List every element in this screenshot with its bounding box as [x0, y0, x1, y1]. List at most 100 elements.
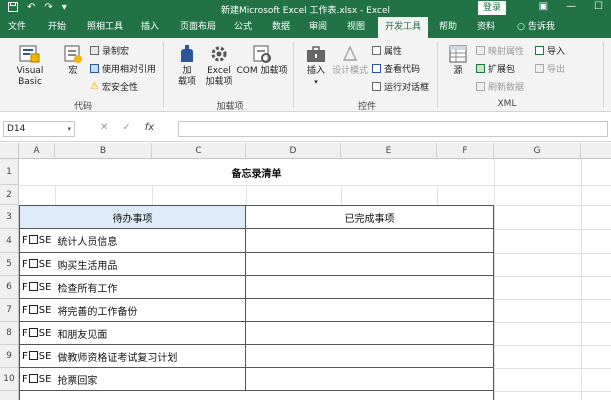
record-macro-label: 录制宏: [102, 46, 130, 57]
row-header-11[interactable]: [0, 391, 19, 400]
done-cell[interactable]: [245, 368, 494, 391]
import-button[interactable]: 导入: [535, 44, 566, 57]
done-cell-partial[interactable]: [245, 391, 494, 400]
done-cell[interactable]: [245, 299, 494, 322]
source-button[interactable]: 源: [446, 44, 470, 77]
task-row[interactable]: F SE 统计人员信息: [19, 229, 246, 253]
tab-formulas[interactable]: 公式: [228, 17, 258, 38]
row-header-6[interactable]: 6: [0, 276, 19, 299]
column-header-d[interactable]: D: [246, 143, 341, 159]
column-header-a[interactable]: A: [19, 143, 55, 159]
task-checkbox[interactable]: F SE: [22, 373, 51, 385]
tab-resources[interactable]: 资料: [470, 17, 502, 38]
group-separator: [163, 42, 164, 108]
task-row[interactable]: F SE 购买生活用品: [19, 253, 246, 276]
task-row[interactable]: F SE 抢票回家: [19, 368, 246, 391]
expansion-packs-button[interactable]: 扩展包: [476, 62, 515, 75]
task-checkbox[interactable]: F SE: [22, 327, 51, 339]
column-header-b[interactable]: B: [55, 143, 152, 159]
task-checkbox[interactable]: F SE: [22, 350, 51, 362]
name-box[interactable]: D14 ▾: [3, 121, 75, 137]
row-header-5[interactable]: 5: [0, 253, 19, 276]
row-header-7[interactable]: 7: [0, 299, 19, 322]
select-all-corner[interactable]: [0, 143, 19, 159]
done-cell[interactable]: [245, 229, 494, 253]
tab-picture-tools[interactable]: 照相工具: [82, 17, 128, 38]
view-code-button[interactable]: 查看代码: [372, 62, 420, 75]
properties-button[interactable]: 属性: [372, 44, 402, 57]
minimize-icon[interactable]: —: [566, 1, 576, 12]
record-macro-button[interactable]: 录制宏: [90, 44, 130, 57]
checkbox-label-pre: F: [22, 235, 28, 246]
tab-home[interactable]: 开始: [40, 17, 74, 38]
column-header-f[interactable]: F: [437, 143, 494, 159]
tab-data[interactable]: 数据: [265, 17, 297, 38]
tab-review[interactable]: 审阅: [302, 17, 334, 38]
row-header-10[interactable]: 10: [0, 368, 19, 391]
task-row[interactable]: F SE 和朋友见面: [19, 322, 246, 345]
tab-view[interactable]: 视图: [340, 17, 372, 38]
row-header-9[interactable]: 9: [0, 345, 19, 368]
task-checkbox[interactable]: F SE: [22, 281, 51, 293]
checkbox-icon: [28, 373, 38, 383]
column-header-c[interactable]: C: [152, 143, 246, 159]
excel-add-ins-button[interactable]: Excel 加载项: [203, 44, 235, 88]
row-header-8[interactable]: 8: [0, 322, 19, 345]
row-header-3[interactable]: 3: [0, 205, 19, 229]
use-relative-references-button[interactable]: 使用相对引用: [90, 62, 156, 75]
tab-page-layout[interactable]: 页面布局: [172, 17, 224, 38]
view-code-icon: [372, 63, 381, 73]
visual-basic-icon: [19, 45, 40, 63]
tab-file[interactable]: 文件: [2, 17, 32, 38]
memo-title-cell[interactable]: 备忘录清单: [19, 159, 494, 185]
gear-icon: [211, 46, 227, 62]
task-row[interactable]: F SE 检查所有工作: [19, 276, 246, 299]
cancel-icon[interactable]: ✕: [100, 122, 108, 133]
task-checkbox[interactable]: F SE: [22, 235, 51, 246]
refresh-data-label: 刷新数据: [488, 82, 525, 93]
tab-developer[interactable]: 开发工具: [378, 17, 428, 38]
macro-security-button[interactable]: ⚠ 宏安全性: [90, 80, 138, 93]
insert-control-button[interactable]: 插入 ▾: [302, 44, 330, 88]
macros-button[interactable]: 宏: [60, 44, 86, 77]
column-header-more: [581, 143, 611, 159]
row-header-1[interactable]: 1: [0, 159, 19, 185]
ribbon-display-icon[interactable]: ▣: [539, 1, 548, 12]
done-cell[interactable]: [245, 322, 494, 345]
warning-icon: ⚠: [90, 80, 99, 92]
add-ins-button[interactable]: 加 载项: [172, 44, 202, 88]
done-cell[interactable]: [245, 253, 494, 276]
tab-insert[interactable]: 插入: [134, 17, 166, 38]
refresh-data-button[interactable]: 刷新数据: [476, 80, 525, 93]
task-row-partial[interactable]: [19, 391, 246, 400]
run-dialog-button[interactable]: 运行对话框: [372, 80, 429, 93]
enter-icon[interactable]: ✓: [122, 122, 130, 133]
done-cell[interactable]: [245, 345, 494, 368]
task-checkbox[interactable]: F SE: [22, 258, 51, 270]
visual-basic-button[interactable]: Visual Basic: [4, 44, 56, 88]
task-row[interactable]: F SE 将完善的工作备份: [19, 299, 246, 322]
row-header-2[interactable]: 2: [0, 185, 19, 205]
insert-function-icon[interactable]: fx: [145, 122, 154, 133]
design-mode-button[interactable]: 设计模式: [330, 44, 370, 77]
export-button[interactable]: 导出: [535, 62, 565, 75]
tab-tell-me[interactable]: ○ 告诉我: [508, 17, 564, 38]
row-header-4[interactable]: 4: [0, 229, 19, 253]
login-button[interactable]: 登录: [478, 1, 506, 15]
checkbox-label-post: SE: [38, 304, 52, 316]
map-properties-button[interactable]: 映射属性: [476, 44, 524, 57]
maximize-icon[interactable]: ☐: [594, 1, 603, 12]
task-text: 统计人员信息: [57, 237, 118, 248]
task-checkbox[interactable]: F SE: [22, 304, 52, 316]
tell-me-label: 告诉我: [527, 22, 555, 32]
import-label: 导入: [547, 46, 566, 57]
com-add-ins-button[interactable]: COM 加载项: [236, 44, 288, 77]
column-header-g[interactable]: G: [494, 143, 581, 159]
done-header-cell[interactable]: 已完成事项: [245, 205, 494, 229]
pending-header-cell[interactable]: 待办事项: [19, 205, 246, 229]
column-header-e[interactable]: E: [341, 143, 437, 159]
tab-help[interactable]: 帮助: [432, 17, 464, 38]
formula-input[interactable]: [178, 121, 608, 137]
task-row[interactable]: F SE 做教师资格证考试复习计划: [19, 345, 246, 368]
done-cell[interactable]: [245, 276, 494, 299]
